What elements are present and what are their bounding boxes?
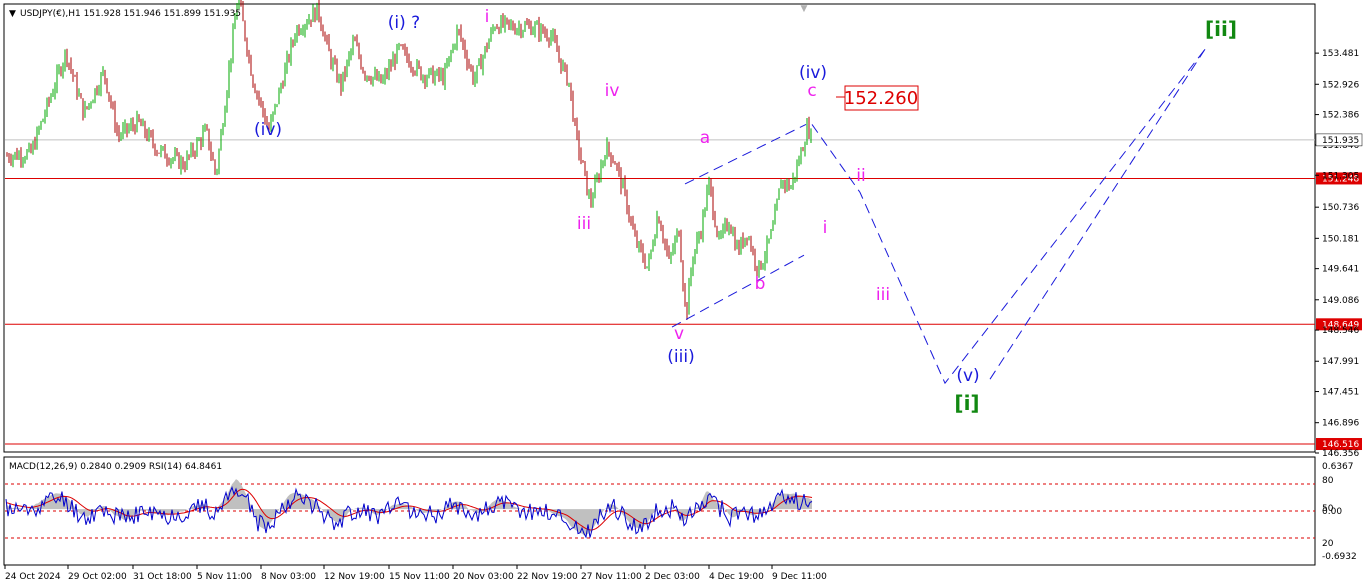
chart-canvas: 151.248148.649146.516 153.481152.926152.… xyxy=(3,0,1363,582)
time-tick-label: 2 Dec 03:00 xyxy=(645,572,700,582)
indicator-axis: 0.636780500.0020-0.6932 xyxy=(1322,462,1357,562)
wave-label-iv-small: iv xyxy=(605,81,620,101)
price-tick-label: 152.386 xyxy=(1322,111,1359,121)
period-separator-marker-icon: ▼ xyxy=(801,4,808,14)
time-tick-label: 24 Oct 2024 xyxy=(5,572,61,582)
current-price-label: 151.935 xyxy=(1322,136,1359,146)
wave-label-v-small: v xyxy=(674,324,684,344)
indicator-tick-label: 0.00 xyxy=(1322,507,1342,517)
wave-label-i-top: i xyxy=(485,7,490,27)
time-tick-label: 22 Nov 19:00 xyxy=(517,572,578,582)
main-chart-frame xyxy=(3,3,1316,453)
wave-label-i-right: i xyxy=(823,218,828,238)
price-tick-label: 148.546 xyxy=(1322,326,1359,336)
wave-label-iv-left: (iv) xyxy=(254,120,282,140)
time-tick-label: 15 Nov 11:00 xyxy=(389,572,450,582)
indicator-tick-label: 80 xyxy=(1322,476,1334,486)
price-tick-label: 149.641 xyxy=(1322,265,1359,275)
wave-label-c: c xyxy=(807,81,816,101)
price-tick-label: 152.926 xyxy=(1322,80,1359,90)
price-tick-label: 146.356 xyxy=(1322,449,1359,459)
time-tick-label: 27 Nov 11:00 xyxy=(581,572,642,582)
time-tick-label: 31 Oct 18:00 xyxy=(133,572,192,582)
price-label-text: 152.260 xyxy=(844,88,918,109)
price-axis: 153.481152.926152.386151.846151.305150.7… xyxy=(1315,49,1363,459)
wave-label-b: b xyxy=(755,274,766,294)
time-tick-label: 20 Nov 03:00 xyxy=(453,572,514,582)
wave-label-a: a xyxy=(700,128,710,148)
indicator-header: MACD(12,26,9) 0.2840 0.2909 RSI(14) 64.8… xyxy=(9,462,222,472)
price-tick-label: 151.305 xyxy=(1322,171,1359,181)
time-tick-label: 29 Oct 02:00 xyxy=(68,572,127,582)
collapse-triangle-icon[interactable]: ▼ xyxy=(9,9,16,19)
wave-label-v: (v) xyxy=(956,366,979,386)
indicator-tick-label: 0.6367 xyxy=(1322,462,1354,472)
indicator-tick-label: -0.6932 xyxy=(1322,552,1357,562)
price-tick-label: 147.991 xyxy=(1322,357,1359,367)
wave-label-iii-small: iii xyxy=(577,214,591,234)
price-tick-label: 149.086 xyxy=(1322,296,1359,306)
time-tick-label: 12 Nov 19:00 xyxy=(324,572,385,582)
time-tick-label: 4 Dec 19:00 xyxy=(709,572,764,582)
wave-label-iii-projected: iii xyxy=(876,285,890,305)
wave-label-iv-right: (iv) xyxy=(799,63,827,83)
wave-label-iii: (iii) xyxy=(667,347,694,367)
price-tick-label: 147.451 xyxy=(1322,388,1359,398)
time-tick-label: 8 Nov 03:00 xyxy=(261,572,316,582)
price-tick-label: 150.181 xyxy=(1322,234,1359,244)
time-tick-label: 9 Dec 11:00 xyxy=(772,572,827,582)
wave-label-i-question: (i) ? xyxy=(388,13,420,33)
price-tick-label: 153.481 xyxy=(1322,49,1359,59)
wave-label-primary-i: [i] xyxy=(954,391,979,415)
price-tick-label: 150.736 xyxy=(1322,203,1359,213)
chart-info: USDJPY(€),H1 151.928 151.946 151.899 151… xyxy=(20,9,241,19)
indicator-tick-label: 20 xyxy=(1322,539,1334,549)
wave-label-ii: ii xyxy=(856,166,865,186)
time-axis: 24 Oct 2024 29 Oct 02:00 31 Oct 18:00 5 Nov… xyxy=(4,565,827,582)
time-tick-label: 5 Nov 11:00 xyxy=(197,572,252,582)
wave-label-primary-ii: [ii] xyxy=(1205,17,1237,41)
price-tick-label: 146.896 xyxy=(1322,419,1359,429)
